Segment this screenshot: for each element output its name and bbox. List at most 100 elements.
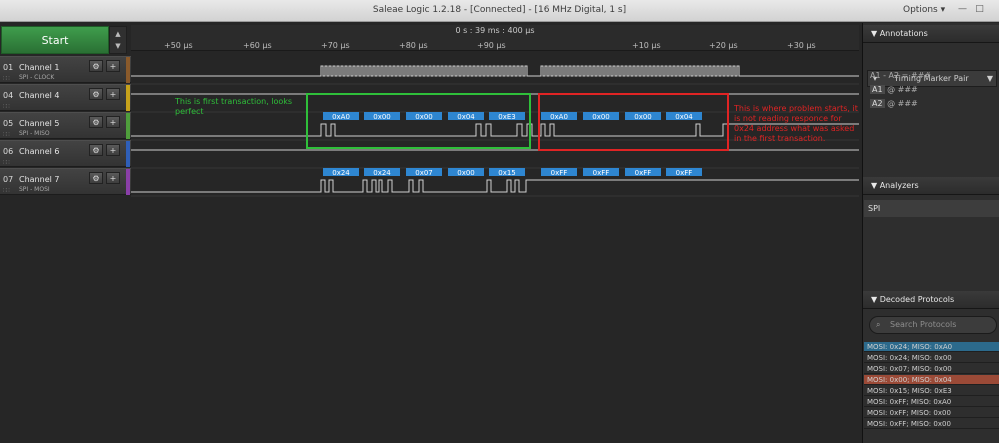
drag-handle-icon[interactable]: ∷∷ [3,159,10,166]
gear-icon[interactable]: ⚙ [89,172,103,184]
channel-analyzer-label: SPI - MISO [19,130,50,137]
channel-number: 05 [3,119,14,128]
collapse-triangle-icon[interactable]: ▼ [871,29,877,38]
first-transaction-note: This is first transaction, looks perfect [175,97,293,116]
decoded-byte-label: 0xA0 [332,113,350,121]
drag-handle-icon[interactable]: ∷∷ [3,187,10,194]
channel-row-6[interactable]: 06 Channel 6 ∷∷ ⚙ + [0,140,131,167]
gear-icon[interactable]: ⚙ [89,144,103,156]
time-ruler[interactable]: 0 s : 39 ms : 400 µs +50 µs +60 µs +70 µ… [131,25,859,51]
channel-number: 06 [3,147,14,156]
decoded-byte-label: 0x24 [373,169,391,177]
channel-name[interactable]: Channel 4 [19,91,59,100]
channel-number: 07 [3,175,14,184]
window-title: Saleae Logic 1.2.18 - [Connected] - [16 … [372,5,627,15]
decoded-byte-label: 0x24 [332,169,350,177]
add-trigger-icon[interactable]: + [106,172,120,184]
drag-handle-icon[interactable]: ∷∷ [3,131,10,138]
channel-color-bar [126,113,130,139]
decoded-byte-label: 0x04 [675,113,693,121]
time-tick: +10 µs [632,41,661,50]
channel-name[interactable]: Channel 1 [19,63,59,72]
decoded-byte-label: 0xA0 [550,113,568,121]
search-protocols-input[interactable]: ⌕ Search Protocols [869,316,997,334]
protocol-row[interactable]: MOSI: 0x07; MISO: 0x00 [864,364,999,374]
time-tick: +70 µs [321,41,350,50]
time-position-label: 0 s : 39 ms : 400 µs [455,26,535,35]
time-tick: +60 µs [243,41,272,50]
gear-icon[interactable]: ⚙ [89,116,103,128]
channel-analyzer-label: SPI - MOSI [19,186,50,193]
maximize-icon[interactable]: □ [973,3,986,16]
analyzer-item-spi[interactable]: SPI [864,200,999,217]
channel-color-bar [126,141,130,167]
collapse-triangle-icon[interactable]: ▼ [871,181,877,190]
time-tick: +50 µs [164,41,193,50]
decoded-byte-label: 0xFF [676,169,693,177]
search-icon: ⌕ [876,320,881,329]
gear-icon[interactable]: ⚙ [89,88,103,100]
channel-color-bar [126,169,130,195]
protocol-row[interactable]: MOSI: 0x00; MISO: 0x04 [864,375,999,385]
decoded-byte-label: 0x15 [498,169,516,177]
channel-number: 04 [3,91,14,100]
minimize-icon[interactable]: — [956,3,969,16]
channel-analyzer-label: SPI - CLOCK [19,74,55,81]
protocol-row[interactable]: MOSI: 0x24; MISO: 0x00 [864,353,999,363]
decoded-byte-label: 0x00 [415,113,433,121]
channel-row-4[interactable]: 04 Channel 4 ∷∷ ⚙ + [0,84,131,111]
time-tick: +80 µs [399,41,428,50]
drag-handle-icon[interactable]: ∷∷ [3,103,10,110]
add-trigger-icon[interactable]: + [106,144,120,156]
decoded-byte-label: 0x00 [373,113,391,121]
drag-handle-icon[interactable]: ∷∷ [3,75,10,82]
channel-row-7[interactable]: 07 Channel 7 SPI - MOSI ∷∷ ⚙ + [0,168,131,195]
marker-a1-row: A1 @ ### [870,85,918,94]
start-options-arrows[interactable]: ▲ ▼ [109,26,127,54]
add-trigger-icon[interactable]: + [106,60,120,72]
channel-color-bar [126,85,130,111]
decoded-byte-label: 0x00 [457,169,475,177]
decoded-byte-label: 0xFF [635,169,652,177]
options-menu[interactable]: Options ▾ [903,5,945,15]
protocol-row[interactable]: MOSI: 0xFF; MISO: 0x00 [864,408,999,418]
decoded-byte-label: 0xFF [551,169,568,177]
channel-name[interactable]: Channel 7 [19,175,59,184]
channel-row-5[interactable]: 05 Channel 5 SPI - MISO ∷∷ ⚙ + [0,112,131,139]
protocol-row[interactable]: MOSI: 0x24; MISO: 0xA0 [864,342,999,352]
collapse-triangle-icon[interactable]: ▼ [871,295,877,304]
dropdown-arrow-icon[interactable]: ▼ [987,71,993,86]
problem-note: This is where problem starts, it is not … [734,104,858,143]
analyzers-header[interactable]: ▼ Analyzers [863,177,999,195]
protocol-row[interactable]: MOSI: 0xFF; MISO: 0xA0 [864,397,999,407]
protocol-row[interactable]: MOSI: 0x15; MISO: 0xE3 [864,386,999,396]
time-tick: +90 µs [477,41,506,50]
channel-number: 01 [3,63,14,72]
channel-name[interactable]: Channel 5 [19,119,59,128]
decoded-byte-label: 0x04 [457,113,475,121]
decoded-byte-label: 0x00 [634,113,652,121]
gear-icon[interactable]: ⚙ [89,60,103,72]
chevron-up-icon[interactable]: ▲ [110,28,126,40]
marker-pair-value: A1 - A2 = ### [870,71,931,80]
mosi-decoded-bubbles: 0x24 0x24 0x07 0x00 0x15 0xFF 0xFF 0xFF 0xFF [323,168,702,177]
protocol-row[interactable]: MOSI: 0xFF; MISO: 0x00 [864,419,999,429]
add-trigger-icon[interactable]: + [106,88,120,100]
marker-a2-row: A2 @ ### [870,99,918,108]
time-tick: +30 µs [787,41,816,50]
channel-row-1[interactable]: 01 Channel 1 SPI - CLOCK ∷∷ ⚙ + [0,56,131,83]
marker-line-1: A1 - A2 = ### [870,71,931,80]
start-button[interactable]: Start [1,26,109,54]
decoded-protocols-header[interactable]: ▼ Decoded Protocols [863,291,999,309]
add-trigger-icon[interactable]: + [106,116,120,128]
title-bar: Saleae Logic 1.2.18 - [Connected] - [16 … [0,0,999,22]
decoded-byte-label: 0x00 [592,113,610,121]
chevron-down-icon[interactable]: ▼ [110,40,126,52]
decoded-byte-label: 0x07 [415,169,433,177]
channel-name[interactable]: Channel 6 [19,147,59,156]
time-tick: +20 µs [709,41,738,50]
miso-decoded-bubbles: 0xA0 0x00 0x00 0x04 0xE3 0xA0 0x00 0x00 0x04 [323,112,702,121]
annotations-header[interactable]: ▼ Annotations [863,25,999,43]
decoded-byte-label: 0xE3 [498,113,515,121]
right-panel: ▼ Annotations ▾ Timing Marker Pair ▼ A1 … [862,23,999,443]
